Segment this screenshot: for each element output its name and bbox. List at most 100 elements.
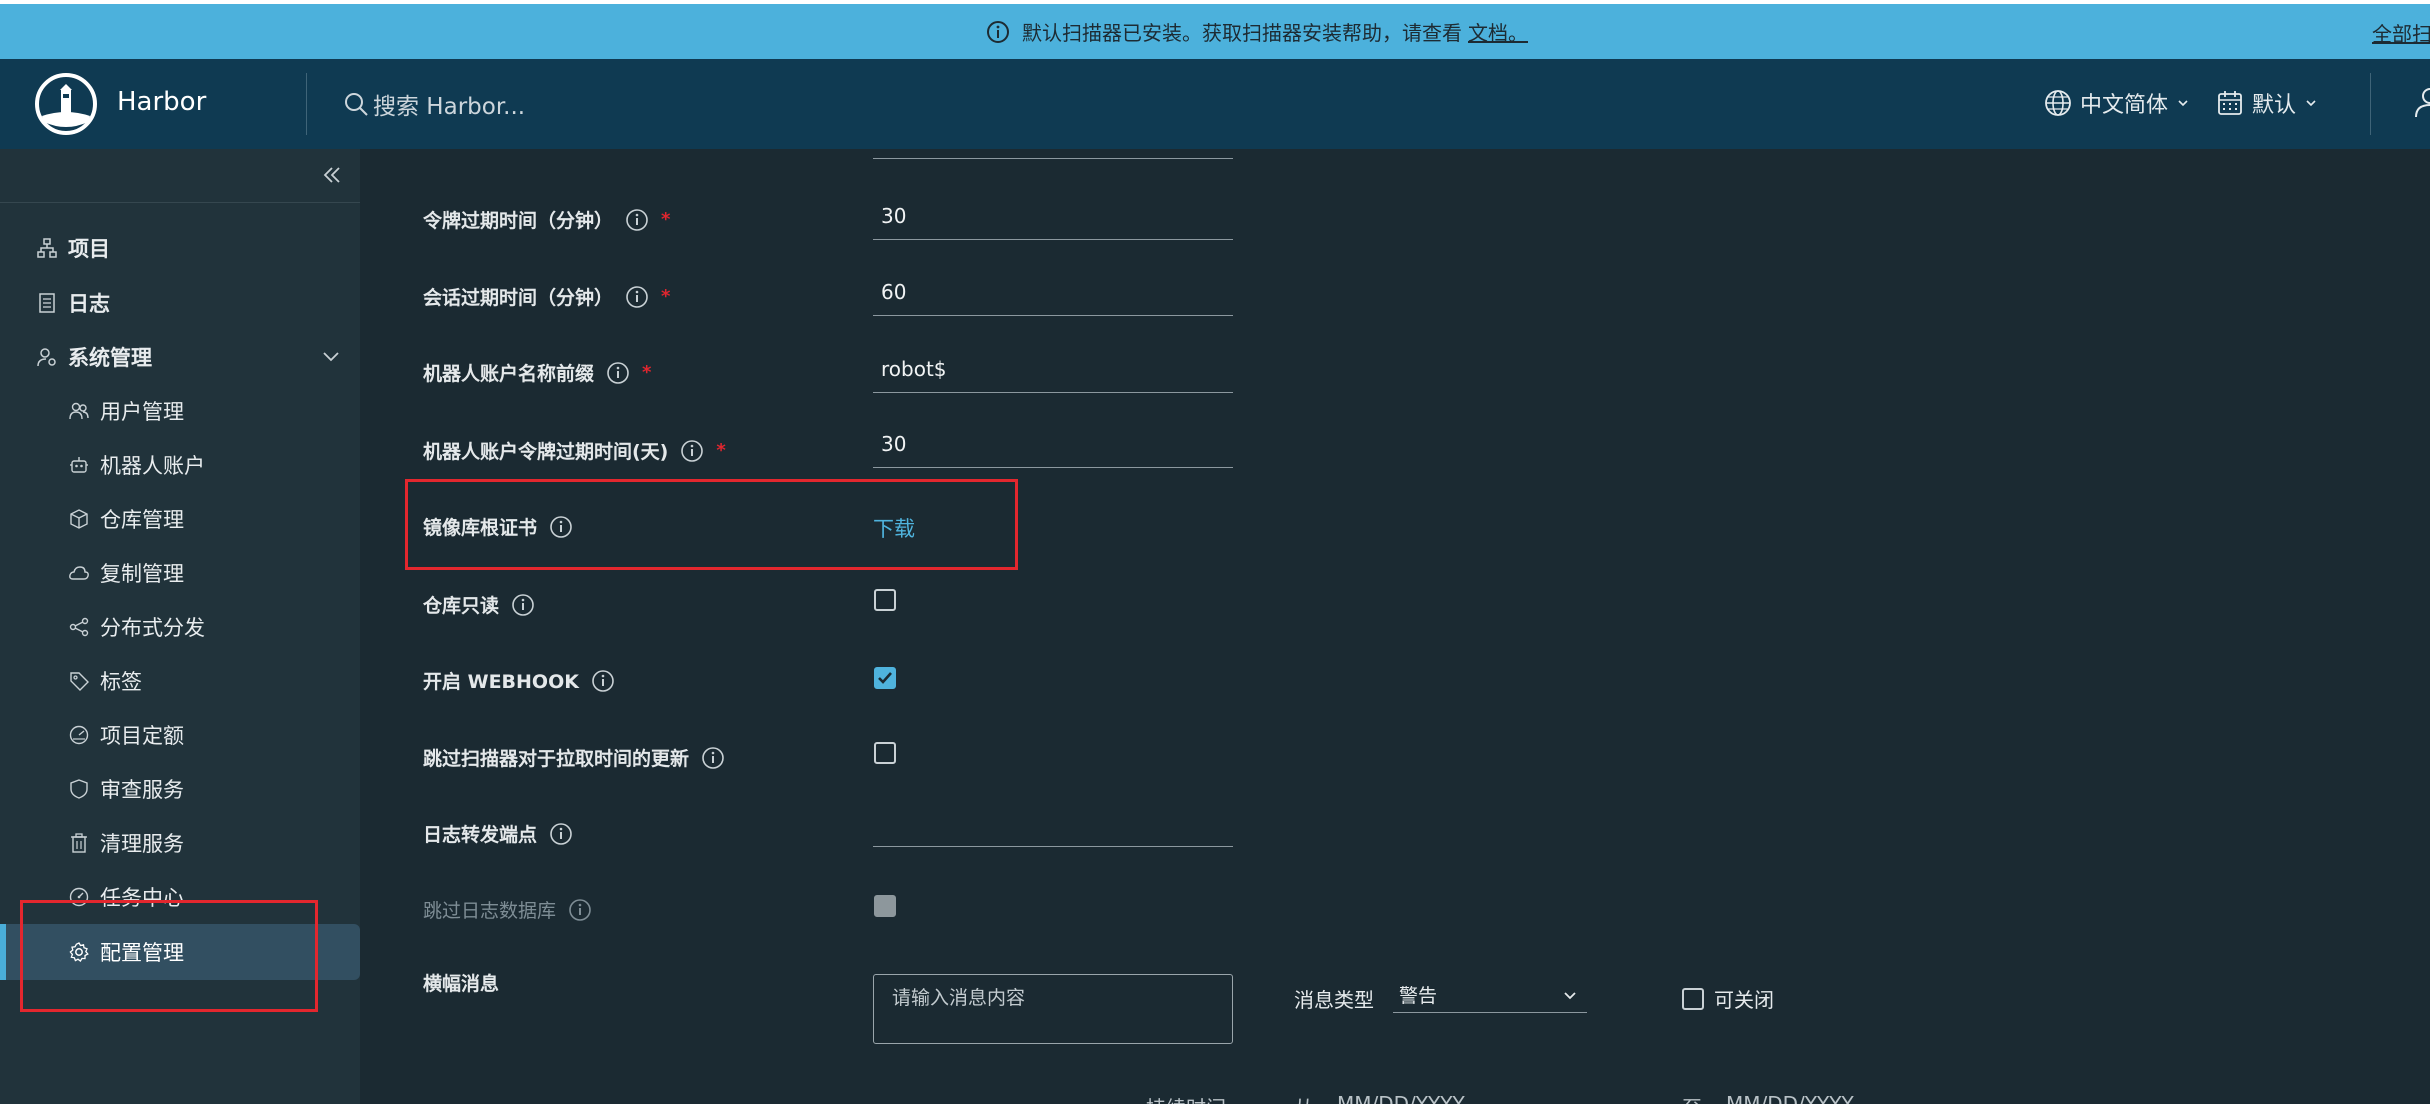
brand-name[interactable]: Harbor xyxy=(117,87,206,117)
label-text: 机器人账户令牌过期时间(天) xyxy=(423,441,669,463)
info-icon xyxy=(986,20,1010,44)
search-input[interactable]: 搜索 Harbor... xyxy=(373,87,525,121)
sidebar-divider xyxy=(0,202,360,203)
readonly-checkbox[interactable] xyxy=(874,589,896,611)
sidebar-item-registries[interactable]: 仓库管理 xyxy=(68,504,184,534)
replication-icon xyxy=(68,562,90,584)
message-type-select[interactable]: 警告 xyxy=(1393,981,1587,1013)
sidebar-item-robot-accounts[interactable]: 机器人账户 xyxy=(68,450,205,480)
label-text: 令牌过期时间（分钟） xyxy=(423,210,614,232)
harbor-logo-icon[interactable] xyxy=(34,72,98,136)
webhook-checkbox[interactable] xyxy=(874,667,896,689)
required-mark: * xyxy=(642,362,652,383)
robot-token-expire-input[interactable]: 30 xyxy=(873,432,1233,468)
duration-label: 持续时间 xyxy=(1146,1092,1226,1104)
logs-icon xyxy=(36,292,58,314)
chevron-down-icon xyxy=(2304,96,2318,110)
header-divider xyxy=(306,73,307,135)
sidebar-item-quotas[interactable]: 项目定额 xyxy=(68,720,184,750)
start-date-input[interactable]: MM/DD/YYYY xyxy=(1337,1092,1465,1104)
theme-selector[interactable]: 默认 xyxy=(2216,87,2318,119)
banner-docs-link[interactable]: 文档。 xyxy=(1468,17,1528,46)
sidebar-item-admin[interactable]: 系统管理 xyxy=(36,342,152,372)
sidebar-item-label: 审查服务 xyxy=(100,778,184,802)
info-icon[interactable] xyxy=(511,593,535,617)
language-selector[interactable]: 中文简体 xyxy=(2044,87,2190,119)
top-banner: 默认扫描器已安装。获取扫描器安装帮助，请查看 文档。 全部扫 xyxy=(0,0,2430,59)
required-mark: * xyxy=(661,209,671,230)
sidebar-item-replications[interactable]: 复制管理 xyxy=(68,558,184,588)
info-icon[interactable] xyxy=(591,669,615,693)
webhook-label: 开启 WEBHOOK xyxy=(423,667,615,694)
robot-token-expire-label: 机器人账户令牌过期时间(天) * xyxy=(423,437,726,464)
info-icon xyxy=(568,898,592,922)
closable-option[interactable]: 可关闭 xyxy=(1682,984,1774,1013)
user-icon[interactable] xyxy=(2412,87,2430,119)
info-icon[interactable] xyxy=(625,208,649,232)
sidebar-item-label: 复制管理 xyxy=(100,562,184,586)
chevron-down-icon[interactable] xyxy=(320,346,342,368)
message-type-value: 警告 xyxy=(1399,985,1438,1007)
sidebar-item-interrogation-services[interactable]: 审查服务 xyxy=(68,774,184,804)
info-icon[interactable] xyxy=(680,439,704,463)
end-date-input[interactable]: MM/DD/YYYY xyxy=(1726,1092,1854,1104)
label-text: 横幅消息 xyxy=(423,973,500,995)
skip-pull-time-checkbox[interactable] xyxy=(874,742,896,764)
banner-message-label: 横幅消息 xyxy=(423,969,499,996)
session-expire-input[interactable]: 60 xyxy=(873,280,1233,316)
banner-right-link[interactable]: 全部扫 xyxy=(2372,18,2430,47)
info-icon[interactable] xyxy=(625,285,649,309)
sidebar-item-label: 清理服务 xyxy=(100,832,184,856)
message-type-label: 消息类型 xyxy=(1294,988,1374,1012)
info-icon[interactable] xyxy=(549,822,573,846)
sidebar-item-label: 项目定额 xyxy=(100,724,184,748)
calendar-icon xyxy=(2216,89,2244,117)
label-text: 会话过期时间（分钟） xyxy=(423,287,614,309)
closable-checkbox[interactable] xyxy=(1682,987,1704,1010)
sidebar-item-label: 系统管理 xyxy=(68,346,152,370)
robot-icon xyxy=(68,454,90,476)
audit-endpoint-input[interactable] xyxy=(873,811,1233,847)
sidebar-item-distributions[interactable]: 分布式分发 xyxy=(68,612,205,642)
banner-message-textarea[interactable]: 请输入消息内容 xyxy=(873,974,1233,1044)
required-mark: * xyxy=(661,286,671,307)
sidebar-item-label: 日志 xyxy=(68,292,110,316)
skip-audit-db-label: 跳过日志数据库 xyxy=(423,896,592,923)
token-expire-input[interactable]: 30 xyxy=(873,204,1233,240)
sidebar-item-projects[interactable]: 项目 xyxy=(36,233,110,263)
quota-icon xyxy=(68,724,90,746)
projects-icon xyxy=(36,237,58,259)
distribution-icon xyxy=(68,616,90,638)
theme-label: 默认 xyxy=(2252,93,2297,118)
sidebar-item-labels[interactable]: 标签 xyxy=(68,666,142,696)
label-text: 开启 WEBHOOK xyxy=(423,671,579,693)
global-search[interactable]: 搜索 Harbor... xyxy=(343,87,525,121)
users-icon xyxy=(68,400,90,422)
sidebar-item-label: 标签 xyxy=(100,670,142,694)
sidebar-item-users[interactable]: 用户管理 xyxy=(68,396,184,426)
label-text: 仓库只读 xyxy=(423,595,500,617)
info-icon[interactable] xyxy=(701,746,725,770)
label-text: 机器人账户名称前缀 xyxy=(423,363,595,385)
partial-field xyxy=(873,149,1233,159)
skip-pull-time-label: 跳过扫描器对于拉取时间的更新 xyxy=(423,744,725,771)
sidebar-item-label: 项目 xyxy=(68,237,110,261)
collapse-sidebar-icon[interactable] xyxy=(320,163,344,187)
shield-icon xyxy=(68,778,90,800)
app-header: Harbor 搜索 Harbor... 中文简体 默认 xyxy=(0,59,2430,149)
audit-endpoint-label: 日志转发端点 xyxy=(423,820,573,847)
banner-message-row: 默认扫描器已安装。获取扫描器安装帮助，请查看 文档。 xyxy=(986,17,1528,46)
highlight-box xyxy=(20,900,318,1012)
from-label: 从 xyxy=(1294,1092,1314,1104)
sidebar-item-label: 分布式分发 xyxy=(100,616,205,640)
info-icon[interactable] xyxy=(606,361,630,385)
search-icon xyxy=(343,91,369,117)
sidebar-item-clean-up[interactable]: 清理服务 xyxy=(68,828,184,858)
sidebar-item-label: 用户管理 xyxy=(100,400,184,424)
skip-audit-db-checkbox xyxy=(874,895,896,917)
admin-icon xyxy=(36,346,58,368)
banner-message: 默认扫描器已安装。获取扫描器安装帮助，请查看 xyxy=(1022,21,1462,45)
sidebar-item-logs[interactable]: 日志 xyxy=(36,288,110,318)
label-text: 日志转发端点 xyxy=(423,824,538,846)
robot-prefix-input[interactable]: robot$ xyxy=(873,357,1233,393)
